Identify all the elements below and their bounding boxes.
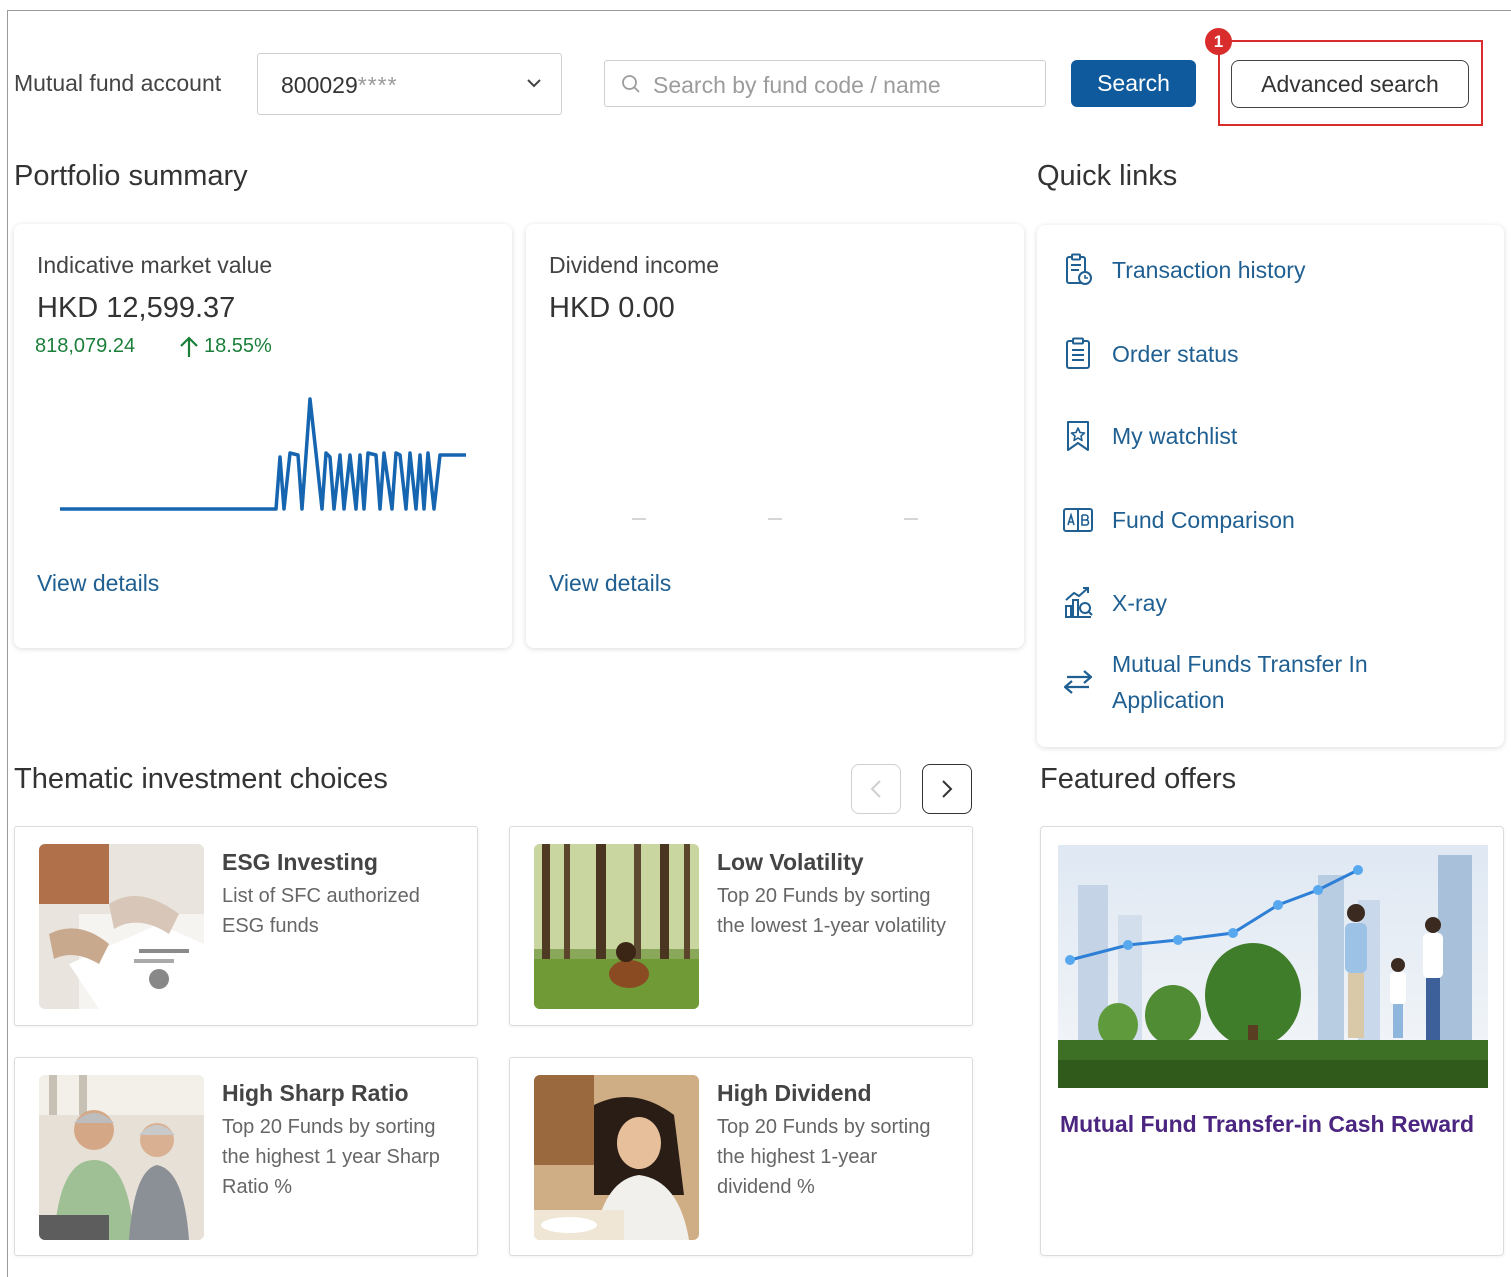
tile-title: High Dividend [717,1080,872,1106]
arrow-up-icon [180,336,198,357]
thematic-tile-high-sharp-ratio[interactable]: High Sharp Ratio Top 20 Funds by sorting… [14,1057,478,1256]
quick-link-label: Transaction history [1112,257,1306,283]
tile-description: Top 20 Funds by sorting the highest 1 ye… [222,1116,440,1198]
account-label: Mutual fund account [14,70,222,96]
featured-heading: Featured offers [1040,763,1237,795]
dividend-title: Dividend income [549,252,720,278]
market-value-change: 818,079.24 [35,335,136,357]
forest-image [534,844,699,1009]
search-button[interactable]: Search [1071,60,1196,107]
carousel-prev-button[interactable] [851,764,901,814]
search-field[interactable] [604,60,1046,107]
tile-title: ESG Investing [222,849,378,875]
market-value-view-details-link[interactable]: View details [37,570,159,597]
quick-link-x-ray[interactable]: X-ray [1037,585,1167,621]
market-value-change-pct: 18.55% [204,335,272,357]
featured-offer-card[interactable]: Mutual Fund Transfer-in Cash Reward [1040,826,1504,1256]
dividend-amount: HKD 0.00 [549,292,675,324]
dividend-chart-placeholder [632,518,918,520]
tile-title: Low Volatility [717,849,864,875]
quick-link-transfer-in[interactable]: Mutual Funds Transfer In Application [1037,646,1368,718]
thematic-heading: Thematic investment choices [14,763,388,795]
chevron-down-icon [527,79,541,88]
thematic-tile-high-dividend[interactable]: High Dividend Top 20 Funds by sorting th… [509,1057,973,1256]
quick-link-label: X-ray [1112,590,1167,616]
market-value-sparkline [60,397,466,511]
thematic-tile-low-volatility[interactable]: Low Volatility Top 20 Funds by sorting t… [509,826,973,1026]
couple-image [39,1075,204,1240]
quick-link-transaction-history[interactable]: Transaction history [1037,252,1305,288]
quick-link-label: Fund Comparison [1112,507,1295,533]
step-badge: 1 [1205,28,1232,55]
esg-image [39,844,204,1009]
quick-link-fund-comparison[interactable]: Fund Comparison [1037,502,1295,538]
portfolio-heading: Portfolio summary [14,160,248,192]
quick-link-label: My watchlist [1112,423,1238,449]
tile-title: High Sharp Ratio [222,1080,409,1106]
chevron-left-icon [870,780,881,798]
search-input[interactable] [651,67,1035,103]
quick-link-my-watchlist[interactable]: My watchlist [1037,418,1237,454]
tile-description: List of SFC authorized ESG funds [222,885,420,937]
quick-link-label: Mutual Funds Transfer In Application [1112,651,1368,713]
bookmark-star-icon [1061,419,1095,453]
transaction-history-icon [1061,253,1095,287]
market-value-card: Indicative market value HKD 12,599.37 81… [14,224,512,648]
chart-magnifier-icon [1061,586,1095,620]
account-select[interactable]: 800029**** [257,53,562,115]
advanced-search-button[interactable]: Advanced search [1231,60,1469,108]
quick-link-order-status[interactable]: Order status [1037,336,1239,372]
search-icon [622,75,640,93]
market-value-amount: HKD 12,599.37 [37,292,236,324]
featured-offer-image [1058,845,1488,1088]
quick-links-card: Transaction history Order status My watc… [1037,225,1504,747]
quick-links-heading: Quick links [1037,160,1178,192]
tile-description: Top 20 Funds by sorting the highest 1-ye… [717,1116,931,1198]
woman-dining-image [534,1075,699,1240]
carousel-next-button[interactable] [922,764,972,814]
account-number: 800029 [281,72,358,98]
account-mask: **** [357,72,398,98]
compare-ab-icon [1061,503,1095,537]
market-value-title: Indicative market value [37,252,273,278]
transfer-arrows-icon [1061,665,1095,699]
dividend-view-details-link[interactable]: View details [549,570,671,597]
tile-description: Top 20 Funds by sorting the lowest 1-yea… [717,885,946,937]
clipboard-list-icon [1061,337,1095,371]
quick-link-label: Order status [1112,341,1239,367]
featured-offer-title[interactable]: Mutual Fund Transfer-in Cash Reward [1060,1111,1474,1138]
chevron-right-icon [942,780,953,798]
thematic-tile-esg[interactable]: ESG Investing List of SFC authorized ESG… [14,826,478,1026]
dividend-card: Dividend income HKD 0.00 View details [526,224,1024,648]
